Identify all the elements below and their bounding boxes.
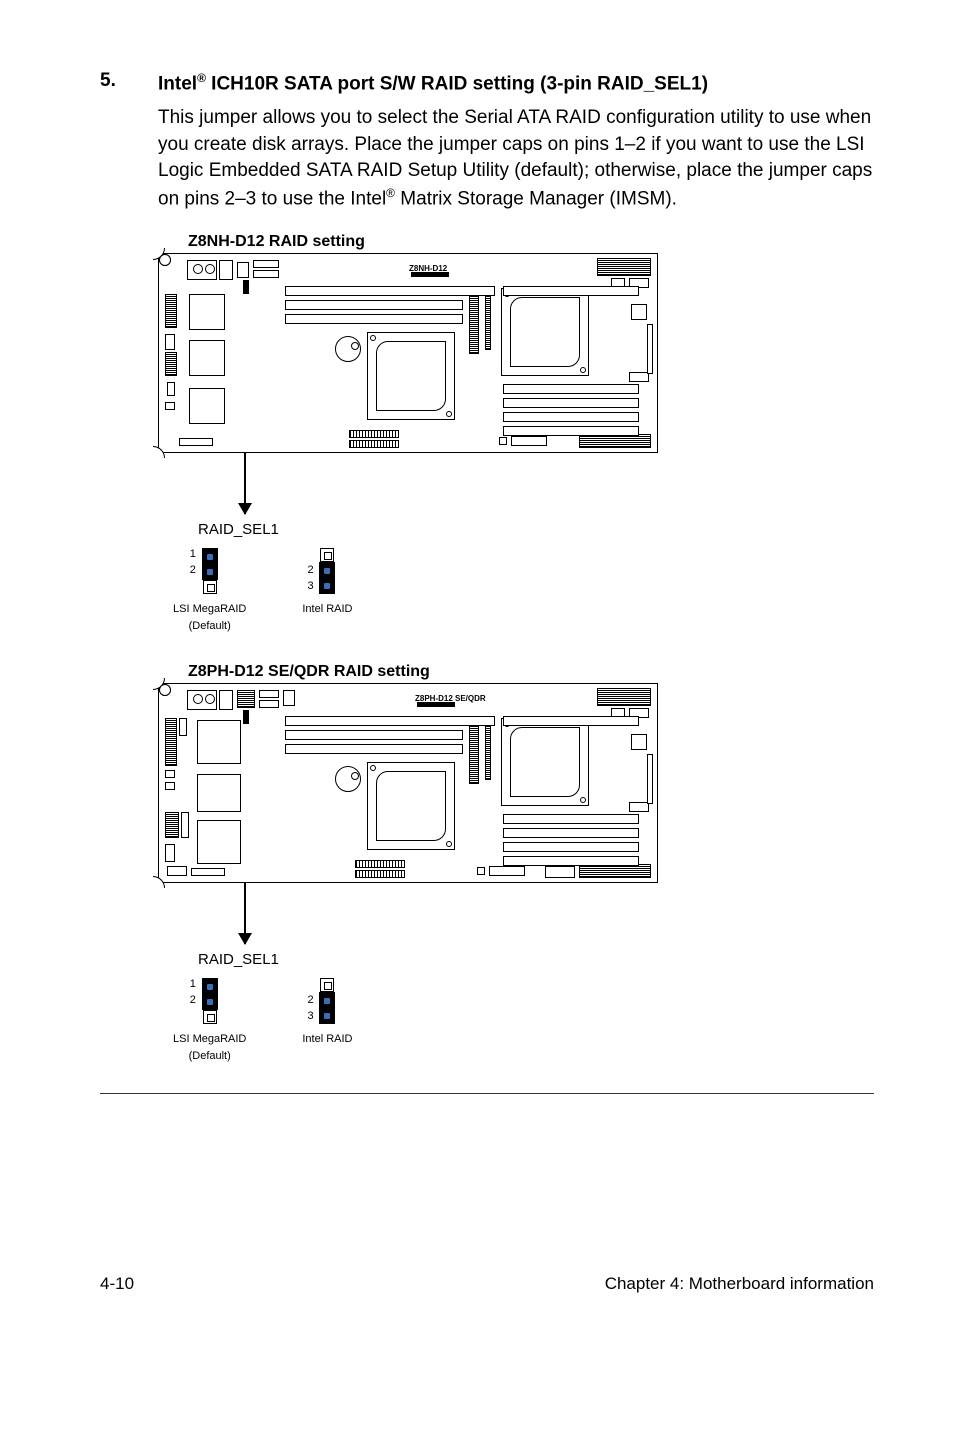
page-number: 4-10	[100, 1274, 134, 1294]
diagram-1: Z8NH-D12 RAID setting Z8NH-D12	[158, 233, 874, 633]
motherboard-outline: Z8NH-D12	[158, 253, 658, 453]
pin-3: 3	[307, 1010, 313, 1022]
jumper-name: RAID_SEL1	[198, 521, 874, 538]
jumper-options: 1 2 LSI MegaRAID (Default) 2 3	[173, 978, 874, 1063]
jumper-option-1: LSI MegaRAID	[173, 1033, 246, 1046]
diagram-title: Z8PH-D12 SE/QDR RAID setting	[188, 663, 874, 681]
diagram-title: Z8NH-D12 RAID setting	[188, 233, 874, 251]
diagram-2: Z8PH-D12 SE/QDR RAID setting Z8PH-D12 SE…	[158, 663, 874, 1063]
pin-2: 2	[307, 564, 313, 576]
arrow-down-icon	[244, 882, 246, 944]
pin-1: 1	[190, 548, 196, 560]
arrow-down-icon	[244, 452, 246, 514]
heading-rest: ICH10R SATA port S/W RAID setting (3-pin…	[206, 73, 708, 94]
jumper-option-2: Intel RAID	[302, 1033, 352, 1046]
jumper-options: 1 2 LSI MegaRAID (Default) 2 3	[173, 548, 874, 633]
jumper-option-1: LSI MegaRAID	[173, 603, 246, 616]
pin-2: 2	[190, 564, 196, 576]
list-number: 5.	[100, 70, 158, 97]
motherboard-outline-2: Z8PH-D12 SE/QDR	[158, 683, 658, 883]
reg-mark: ®	[386, 186, 395, 200]
body-part-b: Matrix Storage Manager (IMSM).	[395, 188, 677, 209]
pin-2: 2	[190, 994, 196, 1006]
pin-2: 2	[307, 994, 313, 1006]
jumper-option-1-sub: (Default)	[173, 620, 246, 633]
jumper-name: RAID_SEL1	[198, 951, 874, 968]
chapter-label: Chapter 4: Motherboard information	[605, 1274, 874, 1294]
heading: Intel® ICH10R SATA port S/W RAID setting…	[158, 70, 708, 97]
jumper-option-2: Intel RAID	[302, 603, 352, 616]
heading-prefix: Intel	[158, 73, 197, 94]
body-paragraph: This jumper allows you to select the Ser…	[158, 105, 874, 213]
reg-mark: ®	[197, 71, 206, 85]
pin-3: 3	[307, 580, 313, 592]
pin-1: 1	[190, 978, 196, 990]
jumper-option-1-sub: (Default)	[173, 1050, 246, 1063]
